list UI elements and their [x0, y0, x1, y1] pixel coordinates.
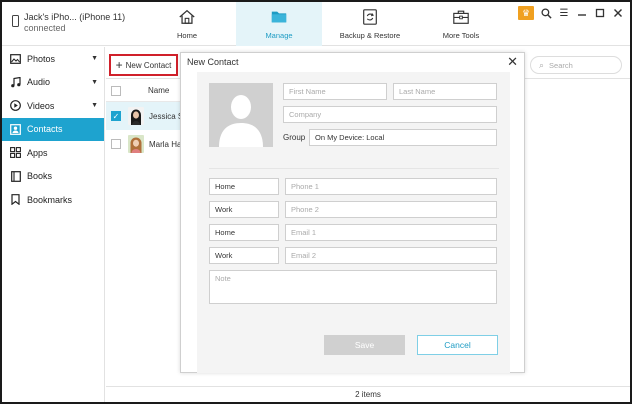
sidebar: Photos ▼ Audio ▼ Videos ▼ Contacts Apps …: [2, 47, 105, 402]
search-input[interactable]: ⌕ Search: [530, 56, 622, 74]
sidebar-item-label: Bookmarks: [27, 194, 73, 205]
contact-name: Jessica S: [149, 111, 180, 121]
phone1-type-select[interactable]: Home: [209, 178, 279, 195]
backup-icon: [363, 9, 377, 25]
device-info: Jack's iPho... (iPhone 11) connected: [12, 12, 125, 34]
phone-icon: [12, 15, 19, 27]
home-icon: [179, 9, 195, 24]
chevron-down-icon[interactable]: ▼: [91, 102, 98, 109]
phone2-type-select[interactable]: Work: [209, 201, 279, 218]
table-row[interactable]: Marla Ha: [106, 130, 180, 158]
sidebar-item-photos[interactable]: Photos ▼: [2, 47, 104, 71]
item-count: 2 items: [355, 390, 381, 399]
sidebar-item-label: Apps: [27, 147, 48, 158]
sidebar-item-label: Videos: [27, 100, 55, 111]
device-status: connected: [24, 23, 66, 33]
group-select[interactable]: On My Device: Local: [309, 129, 497, 146]
search-icon: ⌕: [539, 59, 545, 70]
contact-photo-placeholder[interactable]: [209, 83, 273, 147]
plus-icon: +: [115, 58, 123, 72]
new-contact-label: New Contact: [125, 60, 172, 70]
sidebar-item-label: Books: [27, 171, 53, 182]
apps-icon: [10, 147, 21, 159]
toolbox-icon: [453, 10, 469, 24]
close-icon[interactable]: ✕: [507, 54, 518, 70]
first-name-input[interactable]: First Name: [283, 83, 387, 100]
new-contact-dialog: New Contact ✕ First Name Last Name Compa…: [180, 52, 525, 373]
minimize-icon[interactable]: [576, 7, 588, 19]
email1-input[interactable]: Email 1: [285, 224, 497, 241]
phone1-input[interactable]: Phone 1: [285, 178, 497, 195]
close-icon[interactable]: [612, 7, 624, 19]
tab-tools-label: More Tools: [442, 31, 480, 40]
tab-backup-label: Backup & Restore: [339, 31, 401, 40]
email1-type-select[interactable]: Home: [209, 224, 279, 241]
book-icon: [10, 170, 21, 182]
contact-name: Marla Ha: [149, 139, 180, 149]
company-input[interactable]: Company: [283, 106, 497, 123]
bookmark-icon: [10, 194, 21, 206]
cancel-button[interactable]: Cancel: [417, 335, 498, 355]
column-name-header[interactable]: Name: [148, 86, 169, 95]
maximize-icon[interactable]: [594, 7, 606, 19]
tab-more-tools[interactable]: More Tools: [424, 2, 498, 46]
avatar: [128, 107, 144, 125]
avatar: [128, 135, 144, 153]
divider: [209, 168, 499, 169]
group-label: Group: [283, 133, 306, 142]
row-checkbox[interactable]: [111, 139, 121, 149]
premium-badge-icon[interactable]: ♛: [518, 6, 534, 20]
new-contact-button[interactable]: + New Contact: [109, 54, 178, 76]
chevron-down-icon[interactable]: ▼: [91, 79, 98, 86]
search-icon[interactable]: [540, 7, 552, 19]
tab-manage-label: Manage: [265, 31, 293, 40]
dialog-title: New Contact: [187, 57, 239, 67]
sidebar-item-audio[interactable]: Audio ▼: [2, 71, 104, 95]
top-bar: Jack's iPho... (iPhone 11) connected Hom…: [2, 2, 630, 46]
phone2-input[interactable]: Phone 2: [285, 201, 497, 218]
email2-type-select[interactable]: Work: [209, 247, 279, 264]
sidebar-item-videos[interactable]: Videos ▼: [2, 94, 104, 118]
tab-home[interactable]: Home: [152, 2, 222, 46]
window-controls: ♛ ☰: [518, 6, 624, 20]
sidebar-item-contacts[interactable]: Contacts: [2, 117, 104, 141]
note-textarea[interactable]: Note: [209, 270, 497, 304]
folder-icon: [271, 11, 287, 23]
contact-form: First Name Last Name Company Group On My…: [197, 72, 510, 373]
sidebar-item-books[interactable]: Books: [2, 165, 104, 189]
person-silhouette-icon: [209, 83, 273, 147]
menu-icon[interactable]: ☰: [558, 7, 570, 19]
sidebar-item-label: Audio: [27, 77, 51, 88]
status-bar: 2 items: [106, 386, 630, 402]
list-header: Name: [106, 80, 180, 102]
chevron-down-icon[interactable]: ▼: [91, 55, 98, 62]
row-checkbox[interactable]: ✓: [111, 111, 121, 121]
play-icon: [10, 100, 21, 112]
search-placeholder: Search: [549, 60, 573, 70]
email2-input[interactable]: Email 2: [285, 247, 497, 264]
save-button[interactable]: Save: [324, 335, 405, 355]
contacts-icon: [10, 123, 21, 135]
sidebar-item-bookmarks[interactable]: Bookmarks: [2, 188, 104, 212]
device-name: Jack's iPho... (iPhone 11): [24, 12, 126, 22]
last-name-input[interactable]: Last Name: [393, 83, 497, 100]
select-all-checkbox[interactable]: [111, 85, 121, 96]
tab-home-label: Home: [176, 31, 197, 40]
tab-manage[interactable]: Manage: [236, 2, 322, 46]
table-row[interactable]: ✓ Jessica S: [106, 102, 180, 130]
tab-backup-restore[interactable]: Backup & Restore: [330, 2, 410, 46]
sidebar-item-label: Contacts: [27, 124, 63, 135]
music-icon: [10, 76, 21, 88]
sidebar-item-label: Photos: [27, 53, 56, 64]
sidebar-item-apps[interactable]: Apps: [2, 141, 104, 165]
photo-icon: [10, 53, 21, 64]
app-window: Jack's iPho... (iPhone 11) connected Hom…: [0, 0, 632, 404]
